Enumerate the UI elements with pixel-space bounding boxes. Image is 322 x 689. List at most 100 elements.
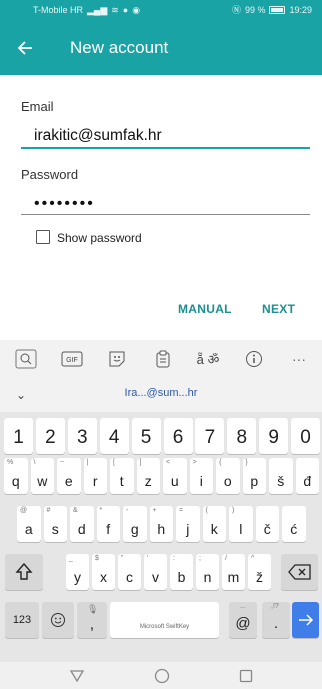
key-2[interactable]: 2 bbox=[35, 418, 65, 454]
suggestion-word[interactable]: Ira...@sum...hr bbox=[0, 387, 322, 399]
key-label: ć bbox=[290, 521, 298, 537]
next-button[interactable]: NEXT bbox=[262, 302, 295, 316]
key-label: v bbox=[152, 569, 159, 585]
info-icon[interactable] bbox=[241, 348, 267, 370]
carrier-name: T-Mobile HR bbox=[33, 4, 84, 15]
key-j[interactable]: = j bbox=[176, 506, 200, 542]
key-hint: [ bbox=[113, 459, 115, 466]
enter-key[interactable] bbox=[292, 602, 319, 638]
key-label: m bbox=[227, 569, 240, 585]
key-đ[interactable]: đ bbox=[295, 458, 319, 494]
key-w[interactable]: \ w bbox=[30, 458, 54, 494]
key-u[interactable]: < u bbox=[163, 458, 187, 494]
key-r[interactable]: | r bbox=[83, 458, 107, 494]
key-m[interactable]: / m bbox=[222, 554, 245, 590]
key-f[interactable]: * f bbox=[96, 506, 120, 542]
key-7[interactable]: 7 bbox=[195, 418, 225, 454]
key-e[interactable]: ~ e bbox=[57, 458, 81, 494]
gif-icon[interactable]: GIF bbox=[59, 348, 85, 370]
key-i[interactable]: > i bbox=[189, 458, 213, 494]
manual-button[interactable]: MANUAL bbox=[178, 302, 232, 316]
key-4[interactable]: 4 bbox=[99, 418, 129, 454]
backspace-key[interactable] bbox=[281, 554, 318, 590]
key-d[interactable]: & d bbox=[70, 506, 94, 542]
more-icon[interactable]: ··· bbox=[286, 348, 312, 370]
space-key[interactable]: Microsoft SwiftKey bbox=[110, 602, 219, 638]
keyboard-toolbar: GIF ẵ ॐ ··· bbox=[0, 340, 322, 378]
clock: 19:29 bbox=[289, 4, 312, 15]
search-icon[interactable] bbox=[13, 348, 39, 370]
key-z[interactable]: ] z bbox=[136, 458, 160, 494]
key-label: h bbox=[157, 521, 166, 537]
key-label: 6 bbox=[172, 427, 184, 448]
recents-square-icon[interactable] bbox=[239, 669, 253, 683]
key-ž[interactable]: ^ ž bbox=[248, 554, 271, 590]
key-p[interactable]: } p bbox=[242, 458, 266, 494]
key-9[interactable]: 9 bbox=[259, 418, 289, 454]
key-label: j bbox=[186, 521, 190, 537]
translate-icon[interactable]: ẵ ॐ bbox=[195, 348, 221, 370]
comma-key[interactable]: 🎙︎ , bbox=[77, 602, 107, 638]
key-hint: \ bbox=[33, 459, 36, 466]
back-triangle-icon[interactable] bbox=[69, 669, 85, 683]
key-hint: " bbox=[121, 555, 124, 562]
key-v[interactable]: ' v bbox=[144, 554, 167, 590]
key-label: t bbox=[119, 473, 124, 489]
key-3[interactable]: 3 bbox=[67, 418, 97, 454]
key-label: l bbox=[239, 521, 243, 537]
key-label: ž bbox=[256, 569, 263, 585]
key-6[interactable]: 6 bbox=[163, 418, 193, 454]
key-q[interactable]: % q bbox=[4, 458, 28, 494]
sticker-icon[interactable] bbox=[104, 348, 130, 370]
key-hint: < bbox=[166, 459, 171, 466]
key-label: 1 bbox=[13, 427, 24, 448]
numbers-switch-key[interactable]: 123 bbox=[5, 602, 39, 638]
emoji-icon bbox=[51, 613, 65, 627]
key-n[interactable]: ; n bbox=[196, 554, 219, 590]
key-t[interactable]: [t bbox=[110, 458, 134, 494]
key-č[interactable]: č bbox=[255, 506, 279, 542]
key-1[interactable]: 1 bbox=[4, 418, 33, 454]
show-password-label[interactable]: Show password bbox=[57, 231, 142, 245]
key-g[interactable]: -g bbox=[123, 506, 147, 542]
key-k[interactable]: (k bbox=[202, 506, 226, 542]
key-5[interactable]: 5 bbox=[131, 418, 161, 454]
notification-icon: ◉ bbox=[132, 4, 141, 15]
key-y[interactable]: _ y bbox=[66, 554, 89, 590]
microphone-icon: 🎙︎ bbox=[87, 604, 99, 614]
key-l[interactable]: ) l bbox=[229, 506, 253, 542]
key-o[interactable]: {o bbox=[216, 458, 240, 494]
home-circle-icon[interactable] bbox=[154, 668, 170, 684]
svg-text:GIF: GIF bbox=[66, 357, 78, 364]
at-key[interactable]: ... @ bbox=[229, 602, 257, 638]
key-s[interactable]: # s bbox=[43, 506, 67, 542]
clipboard-icon[interactable] bbox=[150, 348, 176, 370]
key-label: b bbox=[177, 569, 186, 585]
key-8[interactable]: 8 bbox=[227, 418, 257, 454]
key-x[interactable]: $ x bbox=[92, 554, 115, 590]
key-label: 0 bbox=[300, 427, 311, 448]
key-label: a bbox=[24, 521, 33, 537]
key-hint: ' bbox=[147, 555, 149, 562]
key-label: p bbox=[250, 473, 259, 489]
email-field[interactable]: irakitic@sumfak.hr bbox=[34, 127, 162, 145]
key-label: 2 bbox=[45, 427, 56, 448]
back-button[interactable] bbox=[0, 20, 50, 75]
password-field[interactable]: •••••••• bbox=[34, 195, 95, 213]
key-a[interactable]: @ a bbox=[17, 506, 41, 542]
show-password-checkbox[interactable] bbox=[36, 230, 50, 244]
battery-icon bbox=[269, 6, 286, 14]
key-b[interactable]: :b bbox=[170, 554, 193, 590]
key-label: o bbox=[223, 473, 232, 489]
key-label: 7 bbox=[204, 427, 216, 448]
key-hint: _ bbox=[69, 555, 73, 562]
key-c[interactable]: " c bbox=[118, 554, 141, 590]
period-key[interactable]: ,!? . bbox=[262, 602, 290, 638]
key-0[interactable]: 0 bbox=[291, 418, 321, 454]
key-h[interactable]: + h bbox=[149, 506, 173, 542]
shift-key[interactable] bbox=[5, 554, 43, 590]
key-ć[interactable]: ć bbox=[282, 506, 306, 542]
emoji-key[interactable] bbox=[42, 602, 74, 638]
key-š[interactable]: š bbox=[269, 458, 293, 494]
key-label: c bbox=[126, 569, 133, 585]
